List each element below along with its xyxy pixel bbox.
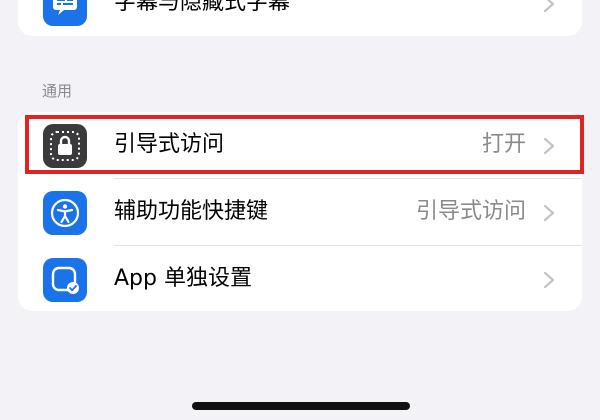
home-indicator[interactable] xyxy=(192,402,410,410)
accessibility-icon xyxy=(50,198,80,228)
app-settings-icon xyxy=(51,266,79,294)
section-header-general: 通用 xyxy=(42,82,73,100)
row-per-app-settings[interactable]: App 单独设置 xyxy=(18,246,582,311)
row-label: 引导式访问 xyxy=(114,132,225,157)
row-value: 打开 xyxy=(481,132,526,157)
chevron-right-icon xyxy=(543,137,555,155)
row-label: 辅助功能快捷键 xyxy=(114,199,269,224)
chevron-right-icon xyxy=(543,0,555,13)
chevron-right-icon xyxy=(543,271,555,289)
settings-group-general: 引导式访问 打开 辅助功能快捷键 引导式访问 App 单独设置 xyxy=(18,112,582,311)
row-accessibility-shortcut[interactable]: 辅助功能快捷键 引导式访问 xyxy=(18,179,582,245)
settings-group-captions: 字幕与隐藏式字幕 xyxy=(18,0,582,36)
row-value: 引导式访问 xyxy=(415,199,526,224)
row-label: App 单独设置 xyxy=(114,266,252,291)
chevron-right-icon xyxy=(543,204,555,222)
lock-icon xyxy=(50,131,80,161)
guided-access-tile xyxy=(43,124,87,168)
row-label: 字幕与隐藏式字幕 xyxy=(114,0,291,15)
row-subtitles-captions[interactable]: 字幕与隐藏式字幕 xyxy=(18,0,582,36)
row-guided-access[interactable]: 引导式访问 打开 xyxy=(18,112,582,178)
accessibility-tile xyxy=(43,191,87,235)
app-settings-tile xyxy=(43,258,87,302)
captions-icon xyxy=(43,0,87,26)
